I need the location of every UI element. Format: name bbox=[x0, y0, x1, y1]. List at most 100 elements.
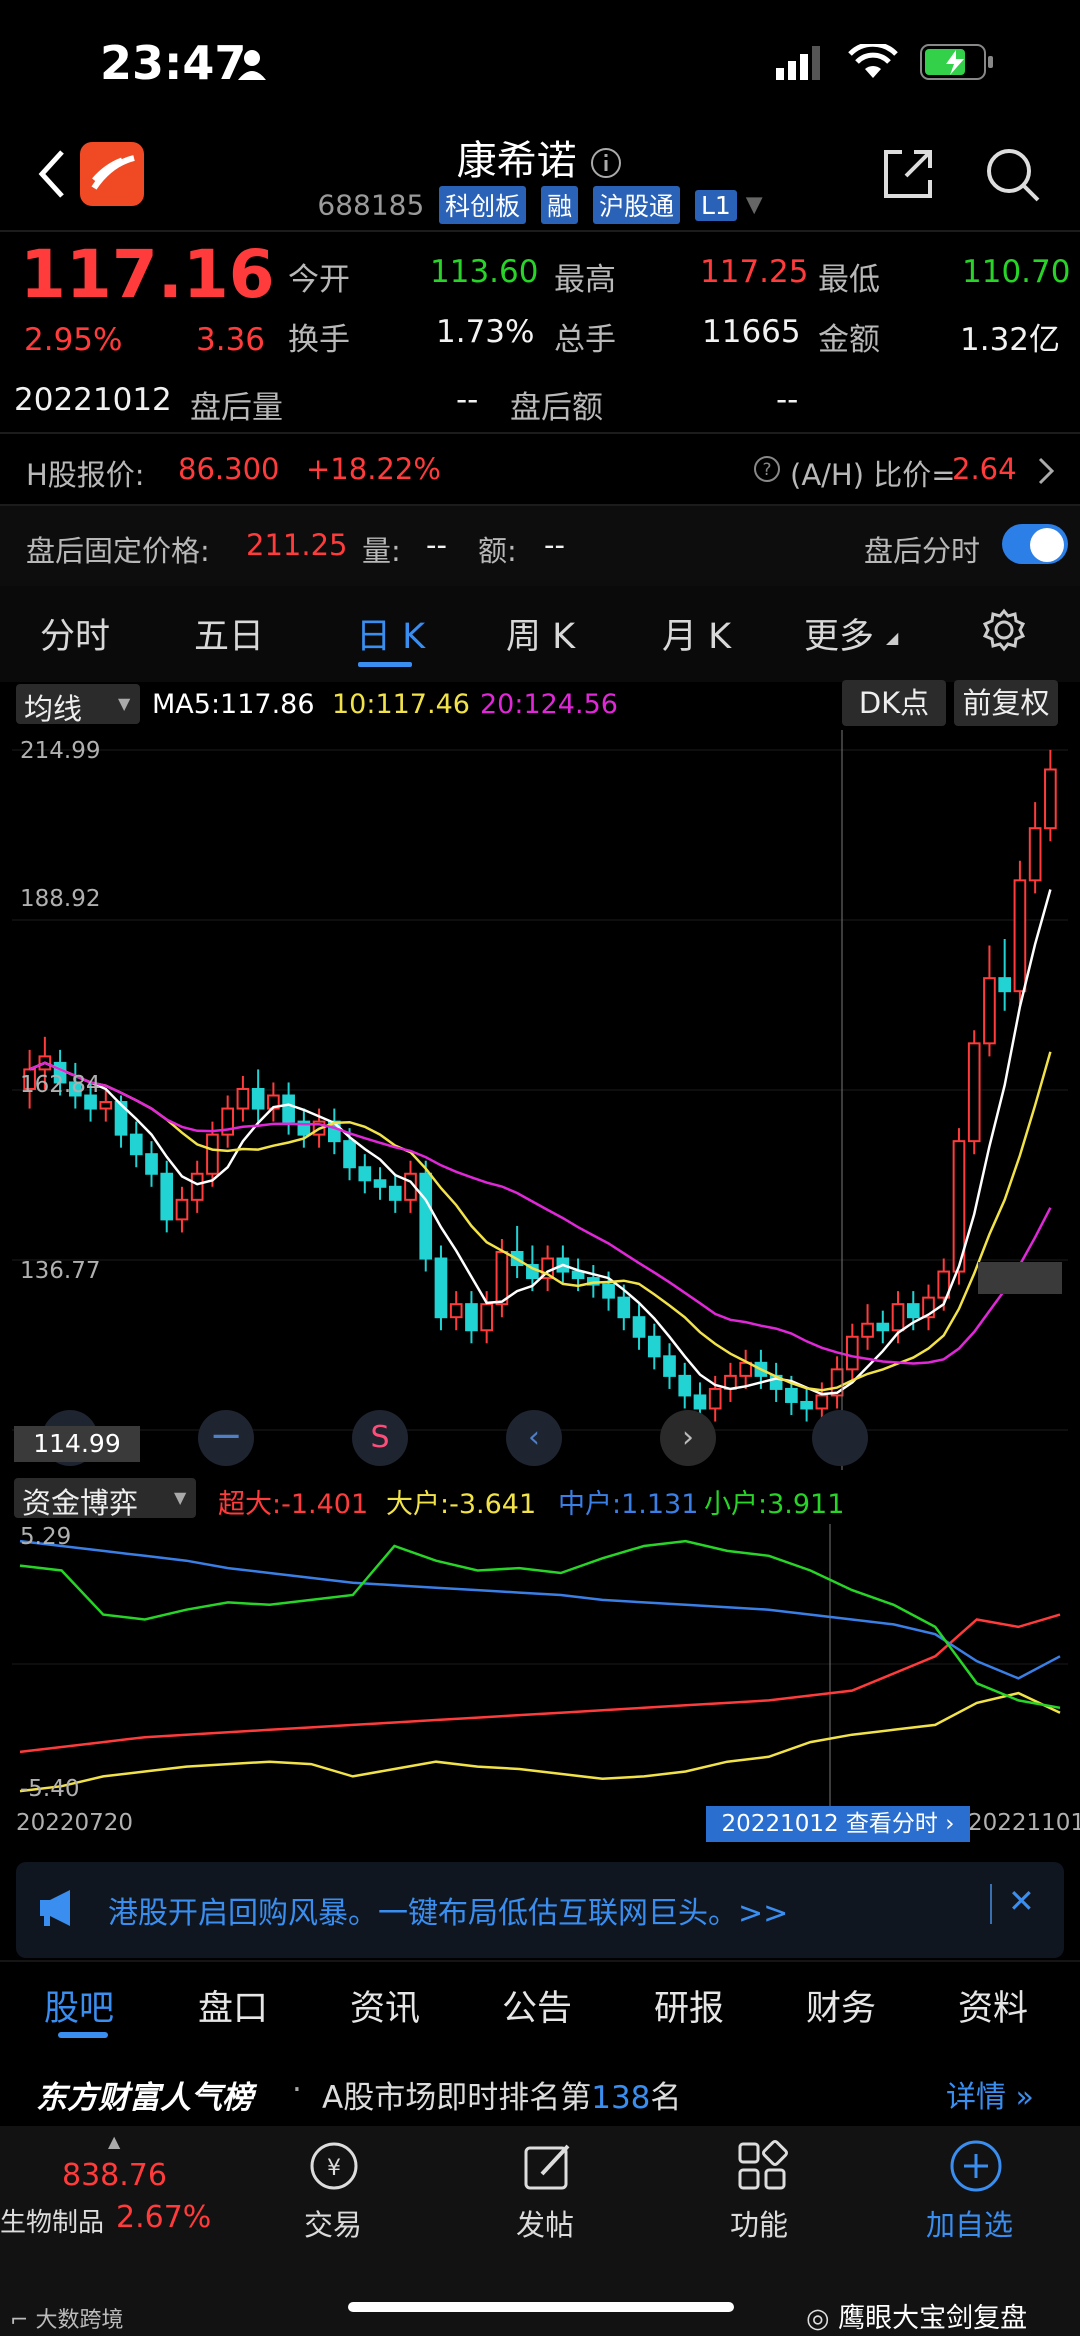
view-intraday-tip[interactable]: 20221012 查看分时 › bbox=[706, 1806, 970, 1842]
candle-body bbox=[282, 1094, 295, 1123]
banner-close-icon[interactable]: ✕ bbox=[1008, 1882, 1035, 1920]
banner-text[interactable]: 港股开启回购风暴。一键布局低估互联网巨头。>> bbox=[108, 1888, 788, 1932]
tab-news[interactable]: 资讯 bbox=[350, 1980, 420, 2031]
crosshair-right-marker bbox=[978, 1262, 1062, 1294]
settings-gear-icon[interactable] bbox=[982, 608, 1026, 652]
candle-body bbox=[906, 1303, 920, 1319]
candle-body bbox=[175, 1198, 189, 1221]
tag-star-market: 科创板 bbox=[439, 186, 527, 224]
after-amount-value: -- bbox=[776, 382, 799, 418]
help-icon[interactable]: ? bbox=[752, 454, 782, 484]
svg-text:?: ? bbox=[762, 460, 771, 480]
high-value: 117.25 bbox=[700, 254, 809, 290]
candle-body bbox=[861, 1322, 874, 1338]
price-axis-2: 188.92 bbox=[20, 886, 101, 912]
tab-weekly-k[interactable]: 周 K bbox=[506, 608, 575, 659]
candle-body bbox=[343, 1140, 356, 1169]
nav-add-watchlist[interactable]: 加自选 bbox=[926, 2202, 1013, 2244]
info-icon[interactable] bbox=[589, 146, 623, 180]
candle-body bbox=[983, 977, 996, 1045]
tab-research[interactable]: 研报 bbox=[654, 1980, 724, 2031]
dk-button[interactable]: DK点 bbox=[842, 680, 946, 726]
status-time: 23:47 bbox=[100, 36, 247, 90]
price-axis-4: 136.77 bbox=[20, 1258, 101, 1284]
candle-body bbox=[358, 1166, 372, 1182]
scroll-left-button[interactable]: ‹ bbox=[506, 1410, 562, 1466]
candle-body bbox=[145, 1153, 158, 1175]
candle-body bbox=[434, 1257, 448, 1319]
volume-label: 总手 bbox=[554, 322, 616, 358]
nav-trade[interactable]: 交易 bbox=[304, 2202, 362, 2244]
candle-body bbox=[891, 1303, 905, 1332]
after-qty-value: -- bbox=[426, 528, 447, 562]
capital-super: 超大:-1.401 bbox=[218, 1489, 369, 1520]
tab-daily-k[interactable]: 日 K bbox=[356, 608, 425, 659]
candle-body bbox=[190, 1172, 204, 1201]
x-axis-start-date: 20220720 bbox=[16, 1810, 134, 1836]
tab-five-day[interactable]: 五日 bbox=[194, 608, 264, 659]
popularity-details-link[interactable]: 详情 » bbox=[946, 2072, 1034, 2116]
sector-change: 2.67% bbox=[116, 2200, 212, 2235]
hshare-premium: +18.22% bbox=[306, 452, 441, 486]
dropdown-icon[interactable]: ▼ bbox=[746, 193, 763, 218]
signal-icon bbox=[776, 46, 820, 80]
candle-body bbox=[129, 1133, 143, 1156]
after-qty-label: 量: bbox=[362, 534, 401, 568]
tab-intraday[interactable]: 分时 bbox=[40, 608, 110, 659]
tab-more[interactable]: 更多 bbox=[804, 608, 874, 659]
tab-finance[interactable]: 财务 bbox=[806, 1980, 876, 2031]
tab-pankou[interactable]: 盘口 bbox=[198, 1980, 268, 2031]
tab-profile[interactable]: 资料 bbox=[958, 1980, 1028, 2031]
svg-text:¥: ¥ bbox=[327, 2156, 341, 2181]
open-label: 今开 bbox=[288, 262, 350, 298]
high-label: 最高 bbox=[554, 262, 616, 298]
share-icon[interactable] bbox=[880, 146, 936, 202]
after-amount-label: 盘后额 bbox=[510, 390, 603, 426]
wechat-icon: ◎ bbox=[806, 2303, 830, 2334]
candle-body bbox=[708, 1387, 722, 1410]
x-axis-end-date: 20221101 bbox=[968, 1810, 1080, 1836]
candle-body bbox=[663, 1355, 676, 1377]
candle-body bbox=[1028, 827, 1042, 882]
ma10-value: 10:117.46 bbox=[332, 689, 470, 720]
candle-body bbox=[388, 1185, 402, 1201]
adjust-button[interactable]: 前复权 bbox=[954, 680, 1058, 726]
after-toggle-label: 盘后分时 bbox=[864, 534, 981, 568]
after-price-value: 211.25 bbox=[246, 528, 348, 562]
tag-connect: 沪股通 bbox=[593, 186, 681, 224]
capital-large: 大户:-3.641 bbox=[386, 1489, 537, 1520]
candle-body bbox=[495, 1250, 509, 1306]
nav-functions[interactable]: 功能 bbox=[730, 2202, 788, 2244]
candle-body bbox=[449, 1303, 463, 1319]
battery-icon bbox=[920, 44, 993, 80]
ah-ratio-value: 2.64 bbox=[952, 452, 1017, 486]
hshare-price: 86.300 bbox=[178, 452, 280, 486]
candle-body bbox=[602, 1283, 615, 1299]
latest-button[interactable] bbox=[812, 1410, 868, 1466]
chevron-right-icon[interactable] bbox=[1036, 456, 1056, 486]
tab-monthly-k[interactable]: 月 K bbox=[662, 608, 731, 659]
volume-value: 11665 bbox=[702, 314, 801, 350]
sector-index-value[interactable]: 838.76 bbox=[62, 2158, 167, 2193]
sector-name[interactable]: 生物制品 bbox=[0, 2202, 104, 2239]
tab-announcements[interactable]: 公告 bbox=[502, 1980, 572, 2031]
crosshair-price-label: 114.99 bbox=[14, 1426, 140, 1462]
ah-ratio-label: (A/H) 比价= bbox=[790, 458, 956, 492]
capital-ymin: -5.40 bbox=[20, 1776, 80, 1802]
capital-series-line-3 bbox=[19, 1539, 1061, 1710]
capital-flow-chart bbox=[12, 1524, 1068, 1806]
kline-chart[interactable] bbox=[12, 730, 1068, 1470]
low-value: 110.70 bbox=[962, 254, 1071, 290]
search-icon[interactable] bbox=[984, 146, 1042, 204]
candle-body bbox=[99, 1101, 113, 1110]
s-marker-button[interactable]: S bbox=[352, 1410, 408, 1466]
tab-guba[interactable]: 股吧 bbox=[44, 1980, 114, 2031]
nav-post[interactable]: 发帖 bbox=[516, 2202, 574, 2244]
popularity-rank-line: A股市场即时排名第138名 bbox=[322, 2080, 682, 2116]
zoom-out-button[interactable]: − bbox=[198, 1410, 254, 1466]
after-amt-label: 额: bbox=[478, 534, 517, 568]
candle-body bbox=[678, 1374, 692, 1397]
change-percent: 2.95% bbox=[24, 322, 123, 358]
scroll-right-button[interactable]: › bbox=[660, 1410, 716, 1466]
candle-body bbox=[373, 1179, 387, 1188]
